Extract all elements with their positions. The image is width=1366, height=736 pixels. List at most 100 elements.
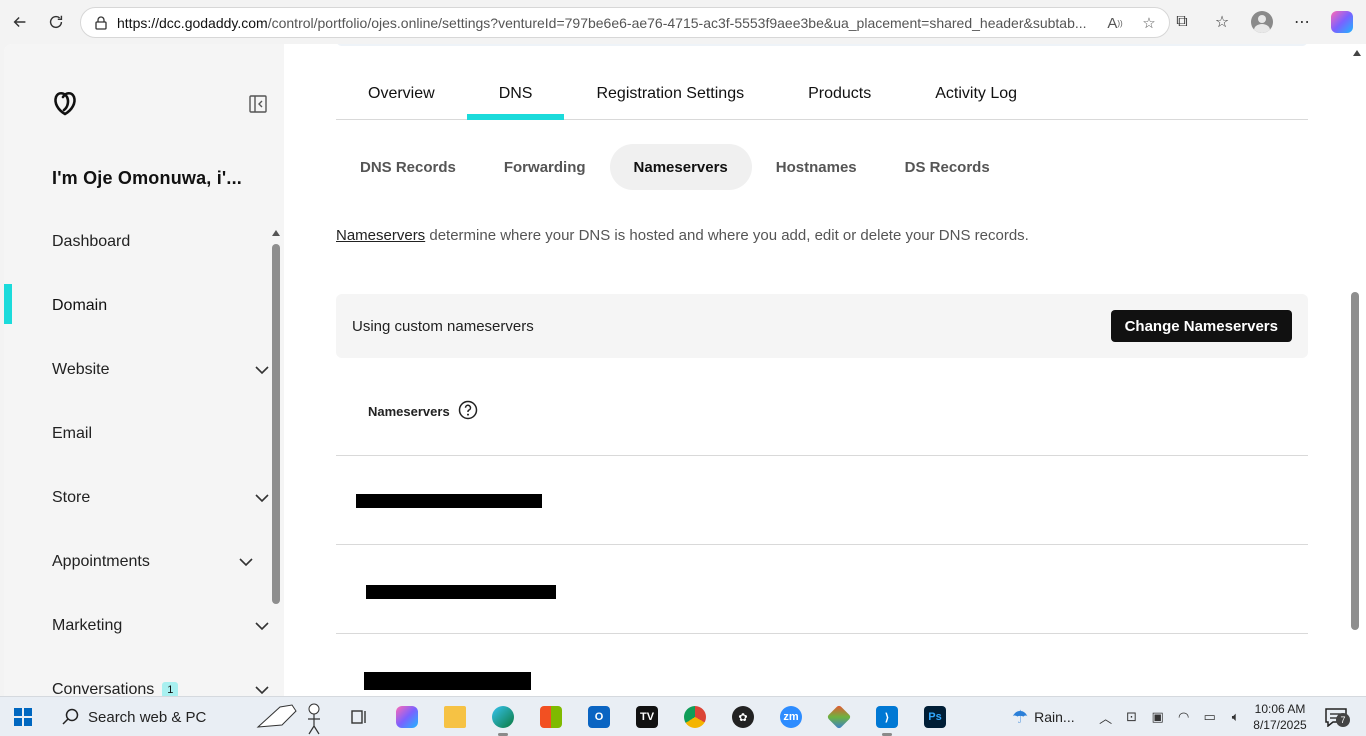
read-aloud-icon[interactable]: A)) (1105, 13, 1125, 33)
sidebar: I'm Oje Omonuwa, i'... Dashboard Domain … (4, 44, 284, 696)
vscode-app[interactable]: ⟩ (870, 701, 904, 736)
tab-label: Overview (368, 84, 435, 102)
chevron-down-icon (239, 558, 253, 567)
sidebar-scroll-up[interactable] (272, 230, 280, 236)
copilot-taskbar-icon (396, 706, 418, 728)
zoom-app[interactable]: zm (774, 701, 808, 733)
store-app[interactable] (534, 701, 568, 733)
subtab-label: Nameservers (633, 158, 728, 176)
volume-icon[interactable]: 🔈︎ (1227, 708, 1245, 726)
page-scrollbar-thumb[interactable] (1351, 292, 1359, 630)
favorites-icon[interactable]: ☆ (1206, 6, 1238, 38)
copilot-app[interactable] (390, 701, 424, 733)
umbrella-rain-icon: ☂ (1012, 706, 1029, 727)
arrow-left-icon (13, 16, 26, 28)
subtab-ds-records[interactable]: DS Records (881, 144, 1014, 190)
tradingview-app[interactable]: TV (630, 701, 664, 733)
sidebar-item-email[interactable]: Email (4, 402, 270, 466)
copilot-logo (1331, 11, 1353, 33)
outlook-icon: O (588, 706, 610, 728)
refresh-icon (49, 15, 63, 29)
battery-icon[interactable]: ▭ (1201, 708, 1219, 726)
godaddy-logo-icon[interactable] (50, 88, 80, 118)
edge-icon (492, 706, 514, 728)
sidebar-item-label: Domain (52, 297, 108, 314)
chatgpt-icon: ✿ (732, 706, 754, 728)
file-explorer-app[interactable] (438, 701, 472, 733)
sidebar-scrollbar-thumb[interactable] (272, 244, 280, 604)
more-options-icon[interactable]: ⋯ (1286, 6, 1318, 38)
chevron-down-icon (255, 622, 269, 631)
change-nameservers-button[interactable]: Change Nameservers (1110, 310, 1292, 342)
clock-time: 10:06 AM (1254, 702, 1306, 716)
chevron-up-icon[interactable]: ︿ (1097, 708, 1115, 726)
task-view-app[interactable] (342, 701, 376, 733)
chrome-app[interactable] (678, 701, 712, 733)
address-bar[interactable]: https://dcc.godaddy.com/control/portfoli… (80, 7, 1170, 38)
account-name[interactable]: I'm Oje Omonuwa, i'... (52, 168, 242, 189)
subtab-nameservers[interactable]: Nameservers (609, 144, 752, 190)
display-icon[interactable]: ▣ (1149, 708, 1167, 726)
sidebar-item-label: Marketing (52, 617, 123, 634)
tab-dns[interactable]: DNS (466, 68, 565, 120)
windows-start-icon[interactable] (14, 708, 32, 726)
weather-text: Rain... (1034, 709, 1075, 725)
chevron-down-icon (255, 494, 269, 503)
sidebar-item-label: Website (52, 361, 110, 378)
nameservers-table-header: Nameservers (336, 364, 1308, 456)
copilot-icon[interactable] (1326, 6, 1358, 38)
subtab-dns-records[interactable]: DNS Records (336, 144, 480, 190)
vscode-icon: ⟩ (876, 706, 898, 728)
sidebar-item-dashboard[interactable]: Dashboard (4, 210, 270, 274)
sidebar-item-appointments[interactable]: Appointments (4, 530, 270, 594)
collapse-sidebar-icon[interactable] (248, 94, 268, 114)
weather-widget[interactable]: ☂ Rain... (1012, 707, 1075, 728)
url-text: https://dcc.godaddy.com/control/portfoli… (117, 15, 1097, 31)
scroll-up-arrow[interactable] (1353, 50, 1361, 56)
tab-registration-settings[interactable]: Registration Settings (564, 68, 776, 119)
meet-now-icon[interactable]: ⊡ (1123, 708, 1141, 726)
profile-button[interactable] (1246, 6, 1278, 38)
site-info-icon[interactable] (93, 15, 109, 31)
favorite-star-icon[interactable]: ☆ (1139, 13, 1159, 33)
page-scrollbar[interactable] (1348, 44, 1366, 696)
wifi-icon[interactable]: ◠ (1175, 708, 1193, 726)
subtab-hostnames[interactable]: Hostnames (752, 144, 881, 190)
edge-app[interactable] (486, 701, 520, 736)
sidebar-item-domain[interactable]: Domain (4, 274, 270, 338)
git-icon (826, 704, 852, 730)
system-tray: ☂ Rain... ︿ ⊡ ▣ ◠ ▭ 🔈︎ (1012, 697, 1245, 736)
store-icon (540, 706, 562, 728)
help-question-icon[interactable] (458, 400, 478, 420)
notification-count-badge: 7 (1336, 713, 1350, 727)
git-app[interactable] (822, 701, 856, 733)
subtab-forwarding[interactable]: Forwarding (480, 144, 610, 190)
photoshop-app[interactable]: Ps (918, 701, 952, 733)
nameservers-help-link[interactable]: Nameservers (336, 227, 425, 244)
url-host: https://dcc.godaddy.com (117, 14, 268, 31)
chatgpt-app[interactable]: ✿ (726, 701, 760, 733)
sidebar-item-website[interactable]: Website (4, 338, 270, 402)
sidebar-item-store[interactable]: Store (4, 466, 270, 530)
sidebar-item-conversations[interactable]: Conversations 1 (4, 658, 270, 696)
photoshop-icon: Ps (924, 706, 946, 728)
browser-toolbar: https://dcc.godaddy.com/control/portfoli… (0, 0, 1366, 44)
outlook-app[interactable]: O (582, 701, 616, 733)
chevron-down-icon (255, 686, 269, 695)
nameserver-status-text: Using custom nameservers (352, 318, 534, 335)
search-highlight-illustration-icon (256, 703, 320, 735)
web-page: I'm Oje Omonuwa, i'... Dashboard Domain … (4, 44, 1348, 696)
description-text: determine where your DNS is hosted and w… (425, 227, 1029, 244)
sidebar-item-label: Appointments (52, 553, 150, 570)
back-button[interactable] (2, 4, 38, 40)
sidebar-item-marketing[interactable]: Marketing (4, 594, 270, 658)
redacted-nameserver-1 (356, 494, 542, 508)
tab-products[interactable]: Products (776, 68, 903, 119)
tab-label: DNS (498, 84, 533, 102)
taskbar-clock[interactable]: 10:06 AM 8/17/2025 (1250, 701, 1310, 733)
tab-overview[interactable]: Overview (336, 68, 467, 119)
extensions-icon[interactable]: ⧉ (1166, 6, 1198, 38)
tab-activity-log[interactable]: Activity Log (903, 68, 1049, 119)
refresh-button[interactable] (38, 4, 74, 40)
task-view-icon (351, 710, 366, 724)
